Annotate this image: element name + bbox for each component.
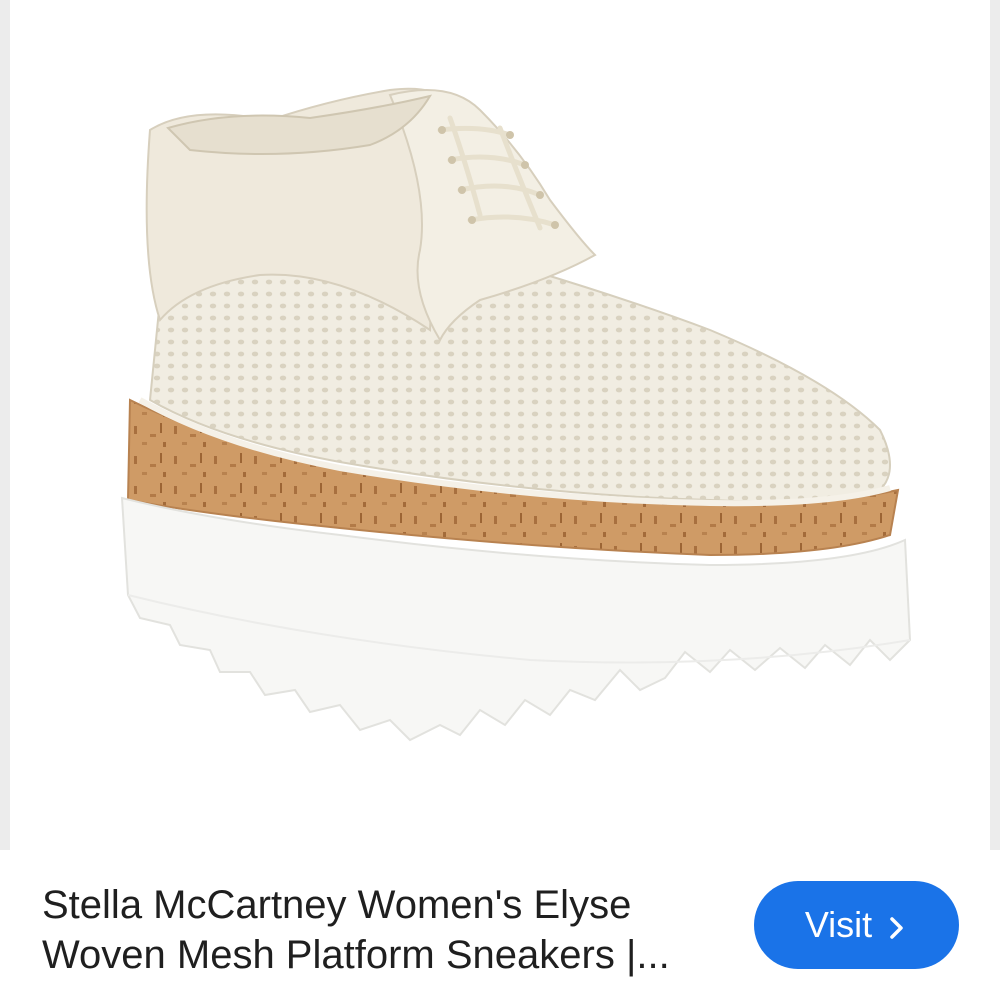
product-card: Stella McCartney Women's Elyse Woven Mes… xyxy=(0,0,1000,1000)
product-title-line-1: Stella McCartney Women's Elyse xyxy=(42,883,632,927)
shoe-illustration xyxy=(120,87,912,742)
product-footer: Stella McCartney Women's Elyse Woven Mes… xyxy=(0,850,1000,1000)
card-right-edge xyxy=(990,0,1000,850)
card-left-edge xyxy=(0,0,10,850)
visit-button[interactable]: Visit xyxy=(754,881,959,969)
chevron-right-icon xyxy=(886,910,908,940)
product-image[interactable] xyxy=(10,0,990,850)
product-title[interactable]: Stella McCartney Women's Elyse Woven Mes… xyxy=(42,880,722,980)
product-title-line-2: Woven Mesh Platform Sneakers |... xyxy=(42,933,670,977)
visit-button-label: Visit xyxy=(804,904,873,945)
